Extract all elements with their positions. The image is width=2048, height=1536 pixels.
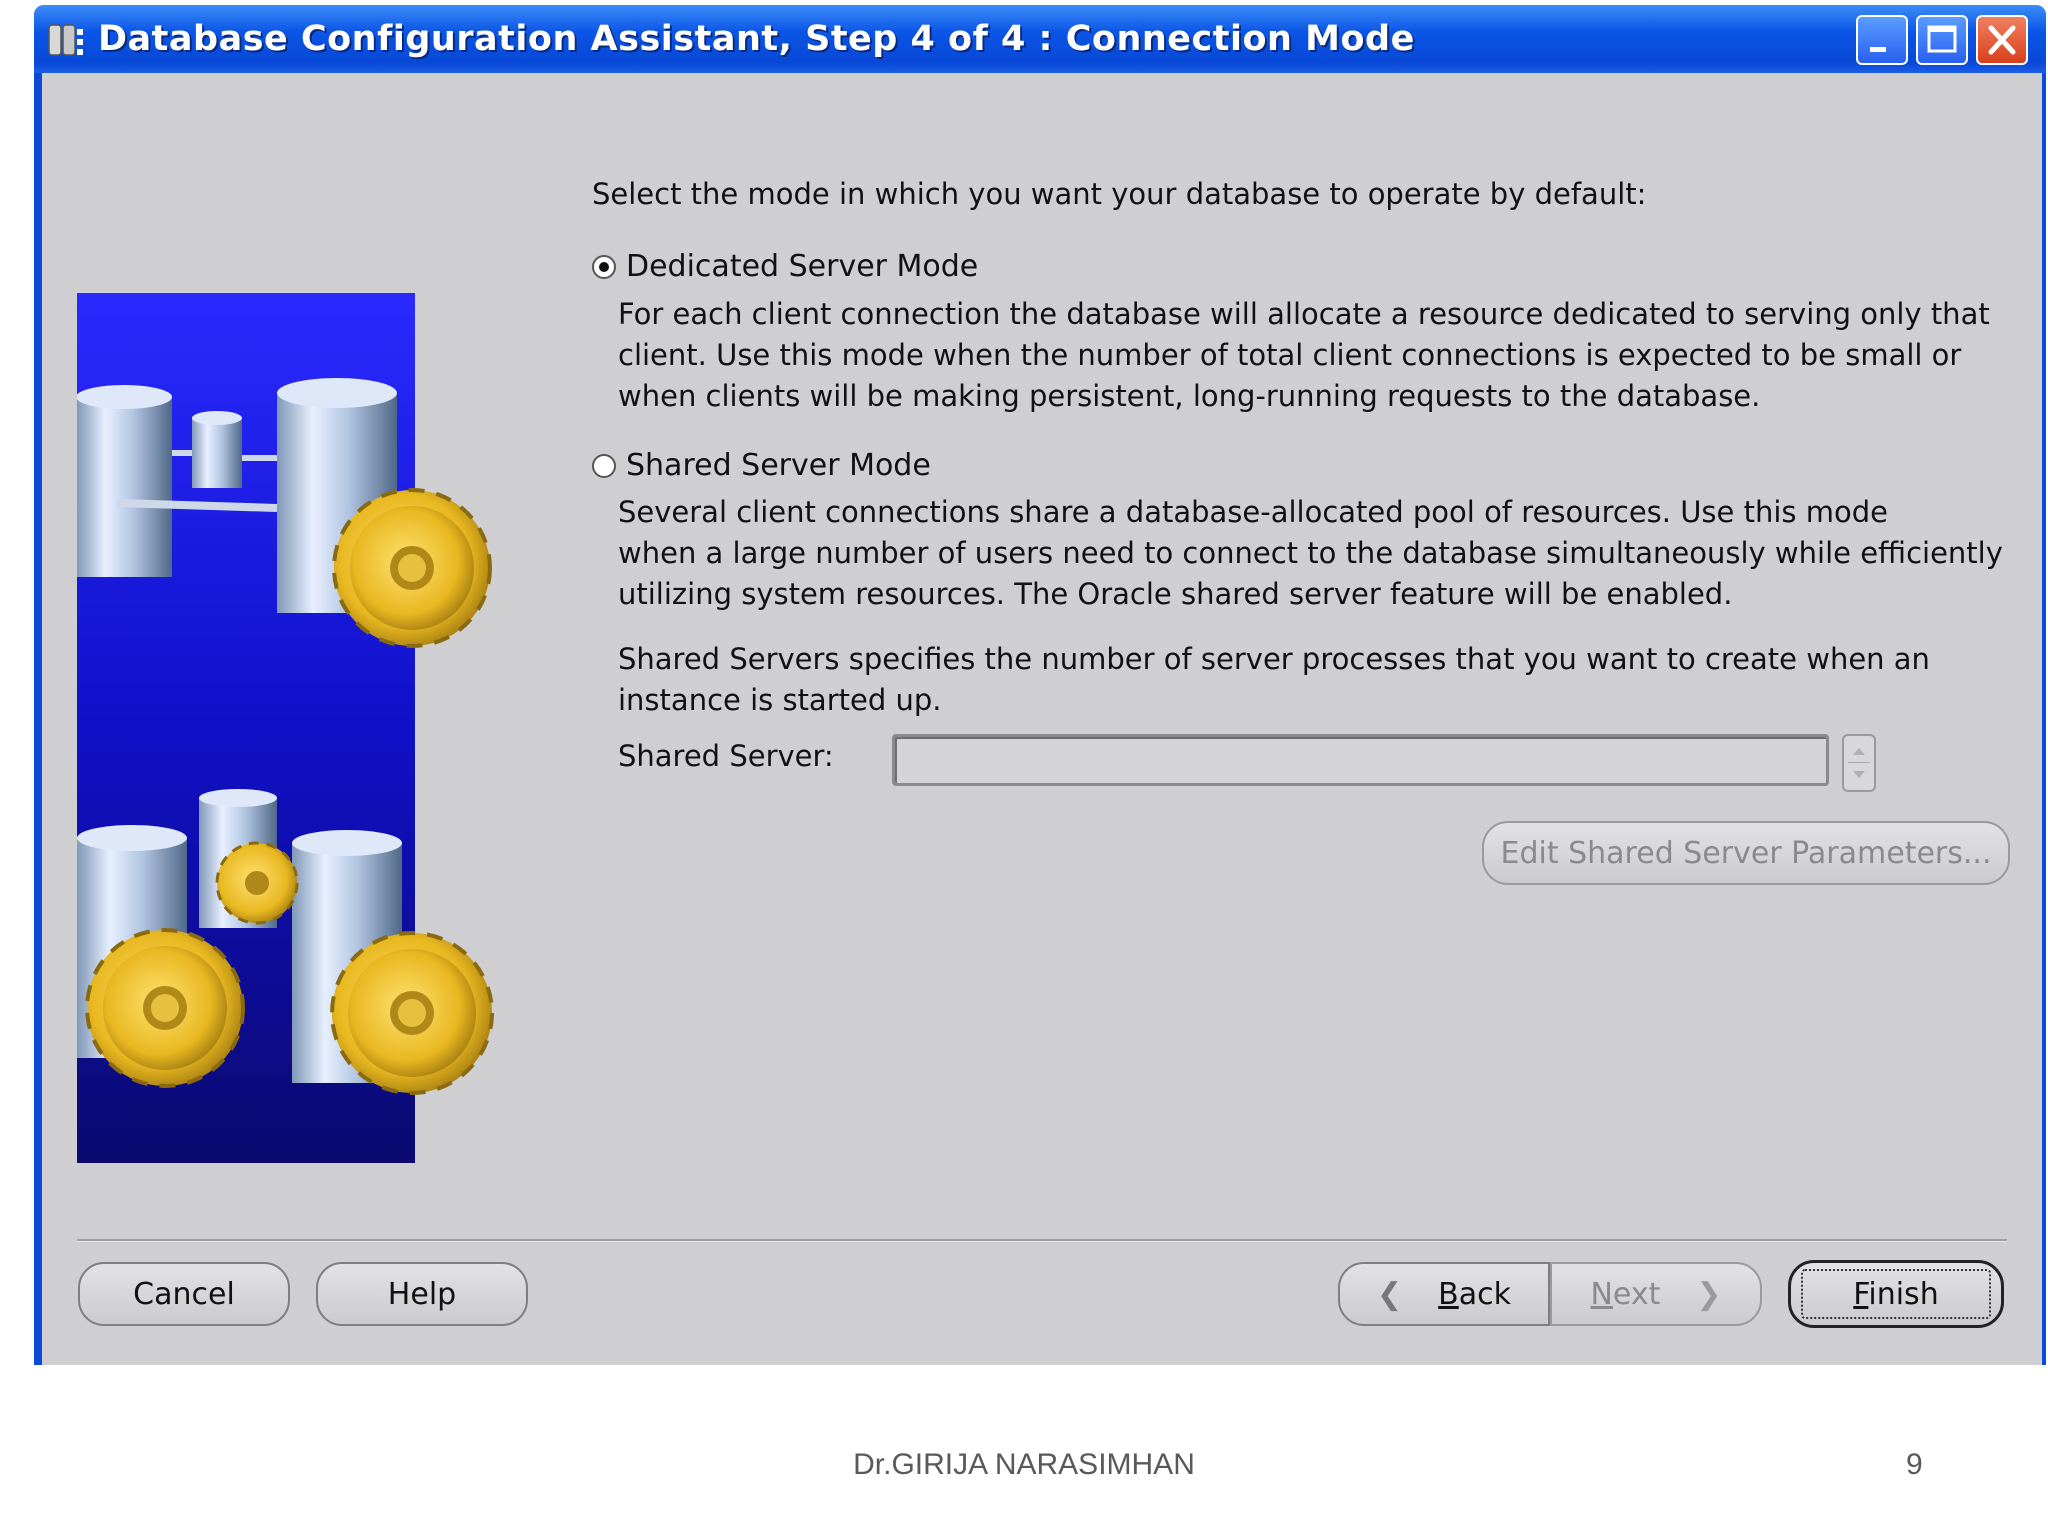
focus-ring [1801,1269,1991,1319]
minimize-button[interactable] [1856,15,1908,65]
separator [77,1239,2007,1242]
description-line: For each client connection the database … [618,297,1990,331]
description-line: when clients will be making persistent, … [618,379,1761,413]
dedicated-mode-option[interactable]: Dedicated Server Mode [592,249,978,284]
slide-footer-author: Dr.GIRIJA NARASIMHAN [853,1448,1195,1481]
dialog-window: Database Configuration Assistant, Step 4… [34,5,2046,1365]
chevron-right-icon: ❯ [1696,1276,1722,1312]
slide-page-number: 9 [1906,1448,1923,1481]
database-app-icon [48,24,83,56]
shared-mode-label: Shared Server Mode [626,448,931,483]
finish-button[interactable]: Finish [1788,1260,2004,1328]
shared-server-label: Shared Server: [618,739,834,773]
help-button[interactable]: Help [316,1262,528,1326]
back-button[interactable]: ❮ Back [1338,1262,1550,1326]
dedicated-mode-radio[interactable] [592,254,616,279]
spinner-up-icon[interactable] [1853,748,1865,755]
maximize-button[interactable] [1916,15,1968,65]
close-icon [1988,25,2016,55]
shared-server-field[interactable] [892,734,1829,786]
shared-server-spinner[interactable] [1842,734,1876,792]
description-line: utilizing system resources. The Oracle s… [618,577,1733,611]
next-label: Next [1590,1276,1661,1312]
shared-mode-option[interactable]: Shared Server Mode [592,448,931,483]
next-button[interactable]: Next ❯ [1550,1262,1762,1326]
dedicated-mode-label: Dedicated Server Mode [626,249,979,284]
maximize-icon [1927,25,1957,53]
back-label: Back [1438,1276,1511,1312]
dialog-body: Select the mode in which you want your d… [42,73,2042,1365]
chevron-left-icon: ❮ [1377,1276,1403,1312]
edit-shared-server-parameters-button[interactable]: Edit Shared Server Parameters... [1482,821,2010,885]
instruction-text: Select the mode in which you want your d… [592,177,1647,211]
shared-mode-description: Several client connections share a datab… [618,492,2038,615]
dedicated-mode-description: For each client connection the database … [618,294,2038,417]
title-bar[interactable]: Database Configuration Assistant, Step 4… [34,5,2046,73]
database-illustration [77,293,494,1163]
minimize-icon [1870,47,1886,52]
shared-servers-note: Shared Servers specifies the number of s… [618,639,2038,721]
description-line: Several client connections share a datab… [618,495,1888,529]
description-line: when a large number of users need to con… [618,536,2003,570]
window-title: Database Configuration Assistant, Step 4… [98,19,1415,59]
note-line: instance is started up. [618,683,942,717]
cancel-button[interactable]: Cancel [78,1262,290,1326]
description-line: client. Use this mode when the number of… [618,338,1962,372]
note-line: Shared Servers specifies the number of s… [618,642,1930,676]
spinner-down-icon[interactable] [1853,771,1865,778]
close-button[interactable] [1976,15,2028,65]
shared-mode-radio[interactable] [592,453,616,478]
